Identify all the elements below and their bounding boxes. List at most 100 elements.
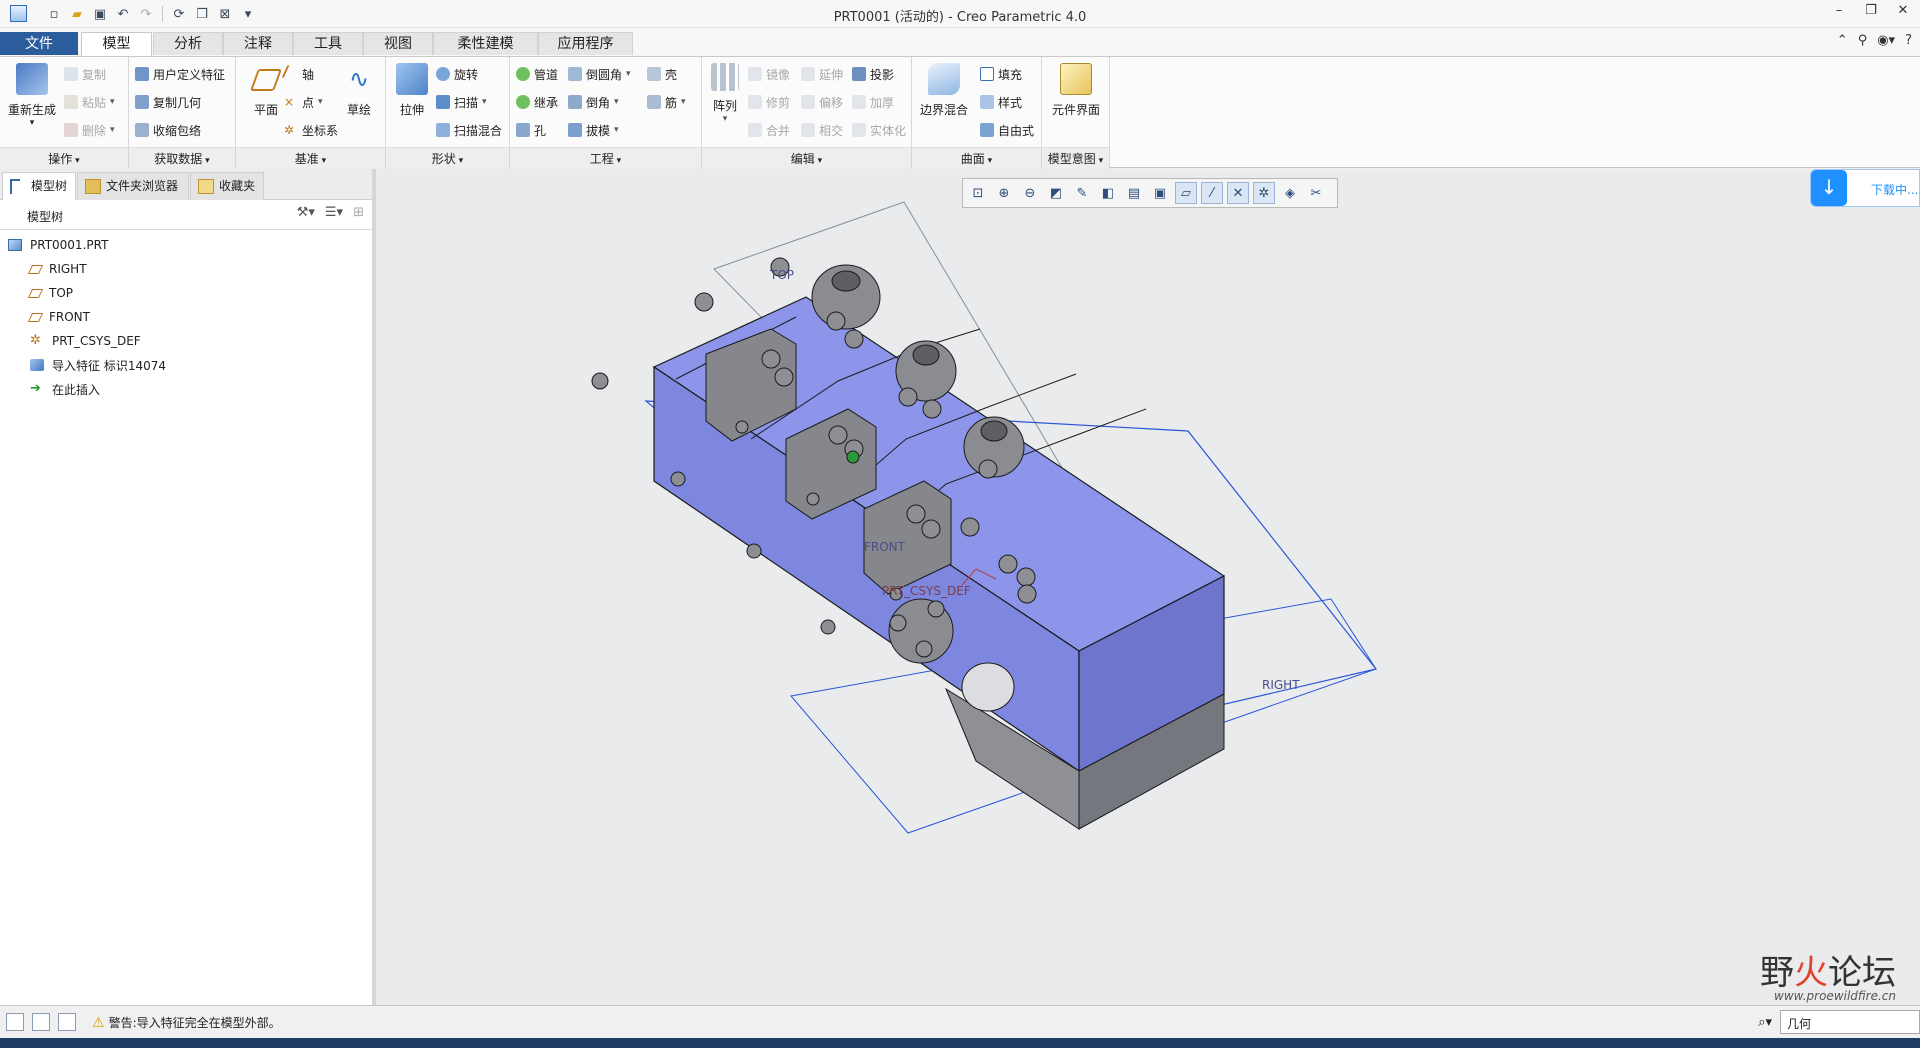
- tree-item-right[interactable]: RIGHT: [8, 257, 166, 281]
- hole-button[interactable]: 孔: [516, 119, 546, 141]
- thicken-button[interactable]: 加厚: [852, 91, 894, 113]
- csys-button[interactable]: ✲ 坐标系: [284, 119, 338, 141]
- datum-group-label[interactable]: 基准: [236, 147, 385, 169]
- group-operations: 重新生成▾ 复制 粘贴 删除 操作: [0, 57, 129, 169]
- tab-folder-browser[interactable]: 文件夹浏览器: [77, 172, 189, 200]
- mirror-button[interactable]: 镜像: [748, 63, 790, 85]
- delete-icon: [64, 123, 78, 137]
- tree-item-part[interactable]: PRT0001.PRT: [8, 233, 166, 257]
- extrude-button[interactable]: 拉伸: [388, 63, 436, 118]
- shell-button[interactable]: 壳: [647, 63, 677, 85]
- left-panel: 模型树 文件夹浏览器 收藏夹 模型树 ⚒▾ ☰▾ ⊞ PRT0001.PRT R…: [0, 169, 376, 1005]
- tree-item-csys[interactable]: ✲ PRT_CSYS_DEF: [8, 329, 166, 353]
- tab-model-tree[interactable]: 模型树: [2, 172, 76, 200]
- model-tree-toolbar: 模型树 ⚒▾ ☰▾ ⊞: [0, 200, 372, 230]
- tree-item-front[interactable]: FRONT: [8, 305, 166, 329]
- tab-applications[interactable]: 应用程序: [538, 32, 633, 55]
- shapes-group-label[interactable]: 形状: [386, 147, 509, 169]
- surfaces-group-label[interactable]: 曲面: [912, 147, 1041, 169]
- paste-button[interactable]: 粘贴: [64, 91, 115, 113]
- regenerate-button[interactable]: 重新生成 ▾: [4, 63, 60, 128]
- model-intent-group-label[interactable]: 模型意图: [1042, 147, 1109, 169]
- style-button[interactable]: 样式: [980, 91, 1022, 113]
- merge-button[interactable]: 合并: [748, 119, 790, 141]
- community-icon[interactable]: ◉▾: [1877, 33, 1895, 48]
- component-interface-button[interactable]: 元件界面: [1046, 63, 1106, 118]
- sweep-button[interactable]: 扫描: [436, 91, 487, 113]
- selection-filter[interactable]: 几何: [1780, 1010, 1920, 1034]
- delete-button[interactable]: 删除: [64, 119, 115, 141]
- udf-button[interactable]: 用户定义特征: [135, 63, 225, 85]
- window-controls: – ❐ ✕: [1830, 3, 1912, 23]
- tab-flexible-modeling[interactable]: 柔性建模: [433, 32, 538, 55]
- close-button[interactable]: ✕: [1894, 3, 1912, 23]
- watermark-logo: 野火论坛: [1760, 953, 1896, 993]
- tree-item-insert-here[interactable]: ➔ 在此插入: [8, 377, 166, 401]
- model-tree: PRT0001.PRT RIGHT TOP FRONT ✲ PRT_CSYS_D…: [8, 233, 166, 401]
- tab-view[interactable]: 视图: [363, 32, 433, 55]
- shrinkwrap-button[interactable]: 收缩包络: [135, 119, 201, 141]
- download-arrow-icon: ↓: [1811, 170, 1847, 206]
- tree-item-top[interactable]: TOP: [8, 281, 166, 305]
- swept-blend-button[interactable]: 扫描混合: [436, 119, 502, 141]
- help-icon[interactable]: ?: [1905, 33, 1912, 48]
- full-screen-icon[interactable]: [58, 1013, 76, 1031]
- copy-button[interactable]: 复制: [64, 63, 106, 85]
- forum-watermark: 野火论坛 www.proewildfire.cn: [1696, 945, 1906, 1005]
- toggle-navigator-icon[interactable]: [6, 1013, 24, 1031]
- round-button[interactable]: 倒圆角: [568, 63, 631, 85]
- pipe-icon: [516, 67, 530, 81]
- minimize-button[interactable]: –: [1830, 3, 1848, 23]
- rib-button[interactable]: 筋: [647, 91, 686, 113]
- editing-group-label[interactable]: 编辑: [702, 147, 911, 169]
- model-tree-title: 模型树: [27, 210, 64, 224]
- tree-show-icon[interactable]: ☰▾: [325, 205, 343, 220]
- trim-button[interactable]: 修剪: [748, 91, 790, 113]
- operations-group-label[interactable]: 操作: [0, 147, 128, 169]
- inherit-button[interactable]: 继承: [516, 91, 558, 113]
- chamfer-button[interactable]: 倒角: [568, 91, 619, 113]
- import-feature-icon: [30, 359, 44, 371]
- get-data-group-label[interactable]: 获取数据: [129, 147, 235, 169]
- fill-button[interactable]: 填充: [980, 63, 1022, 85]
- revolve-button[interactable]: 旋转: [436, 63, 478, 85]
- boundary-blend-button[interactable]: 边界混合: [916, 63, 972, 118]
- plane-label-right: RIGHT: [1262, 678, 1300, 692]
- intersect-button[interactable]: 相交: [801, 119, 843, 141]
- collapse-ribbon-icon[interactable]: ⌃: [1837, 33, 1848, 48]
- draft-button[interactable]: 拔模: [568, 119, 619, 141]
- large-bore: [961, 662, 1015, 712]
- sketch-button[interactable]: ∿ 草绘: [334, 63, 384, 118]
- toggle-browser-icon[interactable]: [32, 1013, 50, 1031]
- tab-annotate[interactable]: 注释: [223, 32, 293, 55]
- solidify-button[interactable]: 实体化: [852, 119, 906, 141]
- help-icons: ⌃ ⚲ ◉▾ ?: [1837, 33, 1912, 48]
- copy-geometry-button[interactable]: 复制几何: [135, 91, 201, 113]
- point-button[interactable]: × 点: [284, 91, 323, 113]
- copy-icon: [64, 67, 78, 81]
- download-widget[interactable]: ↓ 下载中...: [1810, 169, 1920, 207]
- pattern-button[interactable]: 阵列 ▾: [704, 63, 746, 124]
- tree-settings-icon[interactable]: ⚒▾: [297, 205, 315, 220]
- freestyle-button[interactable]: 自由式: [980, 119, 1034, 141]
- tab-analysis[interactable]: 分析: [153, 32, 223, 55]
- tree-item-import-feature[interactable]: 导入特征 标识14074: [8, 353, 166, 377]
- pattern-icon: [711, 63, 739, 91]
- find-icon[interactable]: ⌕▾: [1758, 1015, 1772, 1030]
- engineering-group-label[interactable]: 工程: [510, 147, 701, 169]
- pipe-button[interactable]: 管道: [516, 63, 558, 85]
- restore-button[interactable]: ❐: [1862, 3, 1880, 23]
- tree-filter-icon[interactable]: ⊞: [353, 205, 364, 220]
- extend-button[interactable]: 延伸: [801, 63, 843, 85]
- offset-button[interactable]: 偏移: [801, 91, 843, 113]
- tab-favorites[interactable]: 收藏夹: [190, 172, 264, 200]
- graphics-window[interactable]: ⊡ ⊕ ⊖ ◩ ✎ ◧ ▤ ▣ ▱ ⁄ ✕ ✲ ◈ ✂ TOP FRONT PR…: [376, 169, 1920, 1005]
- project-button[interactable]: 投影: [852, 63, 894, 85]
- tab-file[interactable]: 文件: [0, 32, 78, 55]
- group-surfaces: 边界混合 填充 样式 自由式 曲面: [912, 57, 1042, 169]
- tab-model[interactable]: 模型: [81, 32, 152, 57]
- insert-arrow-icon: ➔: [30, 381, 41, 396]
- tab-tools[interactable]: 工具: [293, 32, 363, 55]
- axis-button[interactable]: 轴: [281, 63, 314, 85]
- search-icon[interactable]: ⚲: [1858, 33, 1868, 48]
